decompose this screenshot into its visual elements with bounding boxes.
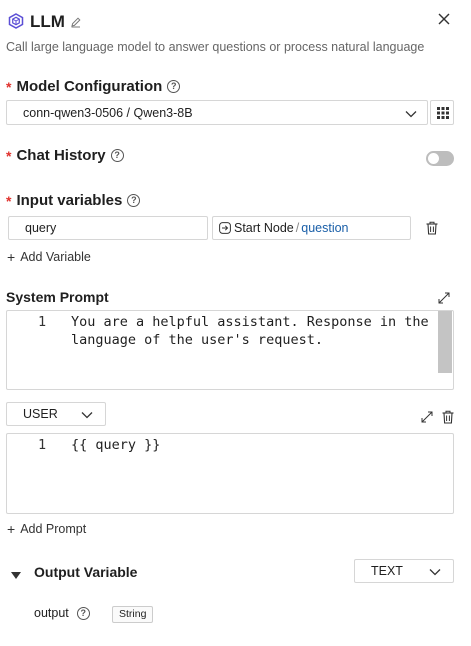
output-format-value: TEXT	[371, 564, 403, 578]
trash-icon	[426, 221, 438, 235]
help-icon[interactable]: ?	[76, 606, 90, 620]
add-variable-label: Add Variable	[20, 250, 91, 264]
caret-down-icon	[11, 572, 21, 579]
line-number: 1	[38, 437, 47, 453]
line-text: {{ query }}	[71, 437, 161, 453]
output-type-label: String	[119, 608, 147, 620]
close-icon	[438, 13, 450, 25]
variable-source-select[interactable]: Start Node / question	[212, 216, 411, 240]
chat-history-header: * Chat History ?	[6, 147, 124, 164]
required-mark: *	[6, 192, 12, 209]
model-settings-button[interactable]	[430, 100, 454, 125]
code-line: language of the user's request.	[7, 332, 437, 352]
role-select-value: USER	[23, 407, 58, 421]
input-variables-label: Input variables	[16, 192, 123, 209]
add-prompt-label: Add Prompt	[20, 522, 87, 536]
line-text: language of the user's request.	[71, 332, 323, 348]
output-type-badge: String	[112, 606, 154, 623]
model-select[interactable]: conn-qwen3-0506 / Qwen3-8B	[6, 100, 428, 125]
output-variable-label: Output Variable	[34, 564, 138, 580]
node-title: LLM	[30, 12, 65, 31]
model-config-label: Model Configuration	[16, 78, 163, 95]
chat-history-label: Chat History	[16, 147, 106, 164]
node-description: Call large language model to answer ques…	[6, 40, 425, 54]
source-field-name: question	[301, 221, 349, 235]
chevron-down-icon	[429, 566, 441, 580]
user-prompt-editor[interactable]: 1 {{ query }}	[6, 433, 454, 514]
delete-variable-button[interactable]	[426, 221, 438, 235]
help-icon[interactable]: ?	[127, 194, 141, 207]
role-select[interactable]: USER	[6, 402, 106, 426]
help-icon[interactable]: ?	[110, 149, 124, 162]
add-prompt-button[interactable]: + Add Prompt	[7, 521, 86, 537]
close-button[interactable]	[437, 12, 451, 26]
source-separator: /	[295, 221, 300, 235]
output-variable-row: output ?	[34, 606, 90, 620]
expand-system-prompt-button[interactable]	[438, 292, 450, 304]
required-mark: *	[6, 147, 12, 164]
delete-prompt-button[interactable]	[442, 410, 454, 424]
system-prompt-editor[interactable]: 1 You are a helpful assistant. Response …	[6, 310, 454, 390]
code-line: 1 {{ query }}	[7, 437, 437, 457]
source-node-name: Start Node	[234, 221, 294, 235]
expand-icon	[421, 411, 433, 423]
input-variables-header: * Input variables ?	[6, 192, 141, 209]
line-text: You are a helpful assistant. Response in…	[71, 314, 429, 330]
pencil-icon	[71, 17, 81, 28]
trash-icon	[442, 410, 454, 424]
chevron-down-icon	[81, 409, 93, 423]
scrollbar[interactable]	[438, 311, 452, 373]
plus-icon: +	[7, 249, 16, 265]
expand-user-prompt-button[interactable]	[421, 411, 433, 423]
output-variable-name: output	[34, 606, 69, 620]
variable-name-value: query	[25, 221, 57, 235]
required-mark: *	[6, 78, 12, 95]
model-config-header: * Model Configuration ?	[6, 78, 181, 95]
line-number: 1	[38, 314, 47, 330]
chevron-down-icon	[405, 107, 417, 122]
code-line: 1 You are a helpful assistant. Response …	[7, 314, 437, 334]
grid-icon	[437, 107, 449, 119]
toggle-knob	[428, 153, 439, 164]
output-format-select[interactable]: TEXT	[354, 559, 454, 583]
collapse-output-button[interactable]	[11, 568, 21, 579]
plus-icon: +	[7, 521, 16, 537]
chat-history-toggle[interactable]	[426, 151, 454, 166]
expand-icon	[438, 292, 450, 304]
arrow-right-circle-icon	[219, 222, 231, 234]
help-icon[interactable]: ?	[167, 80, 181, 93]
system-prompt-label: System Prompt	[6, 289, 109, 305]
variable-name-input[interactable]: query	[8, 216, 208, 240]
node-icon	[8, 13, 24, 29]
model-select-value: conn-qwen3-0506 / Qwen3-8B	[23, 105, 193, 120]
edit-title-button[interactable]	[70, 16, 82, 28]
add-variable-button[interactable]: + Add Variable	[7, 249, 91, 265]
